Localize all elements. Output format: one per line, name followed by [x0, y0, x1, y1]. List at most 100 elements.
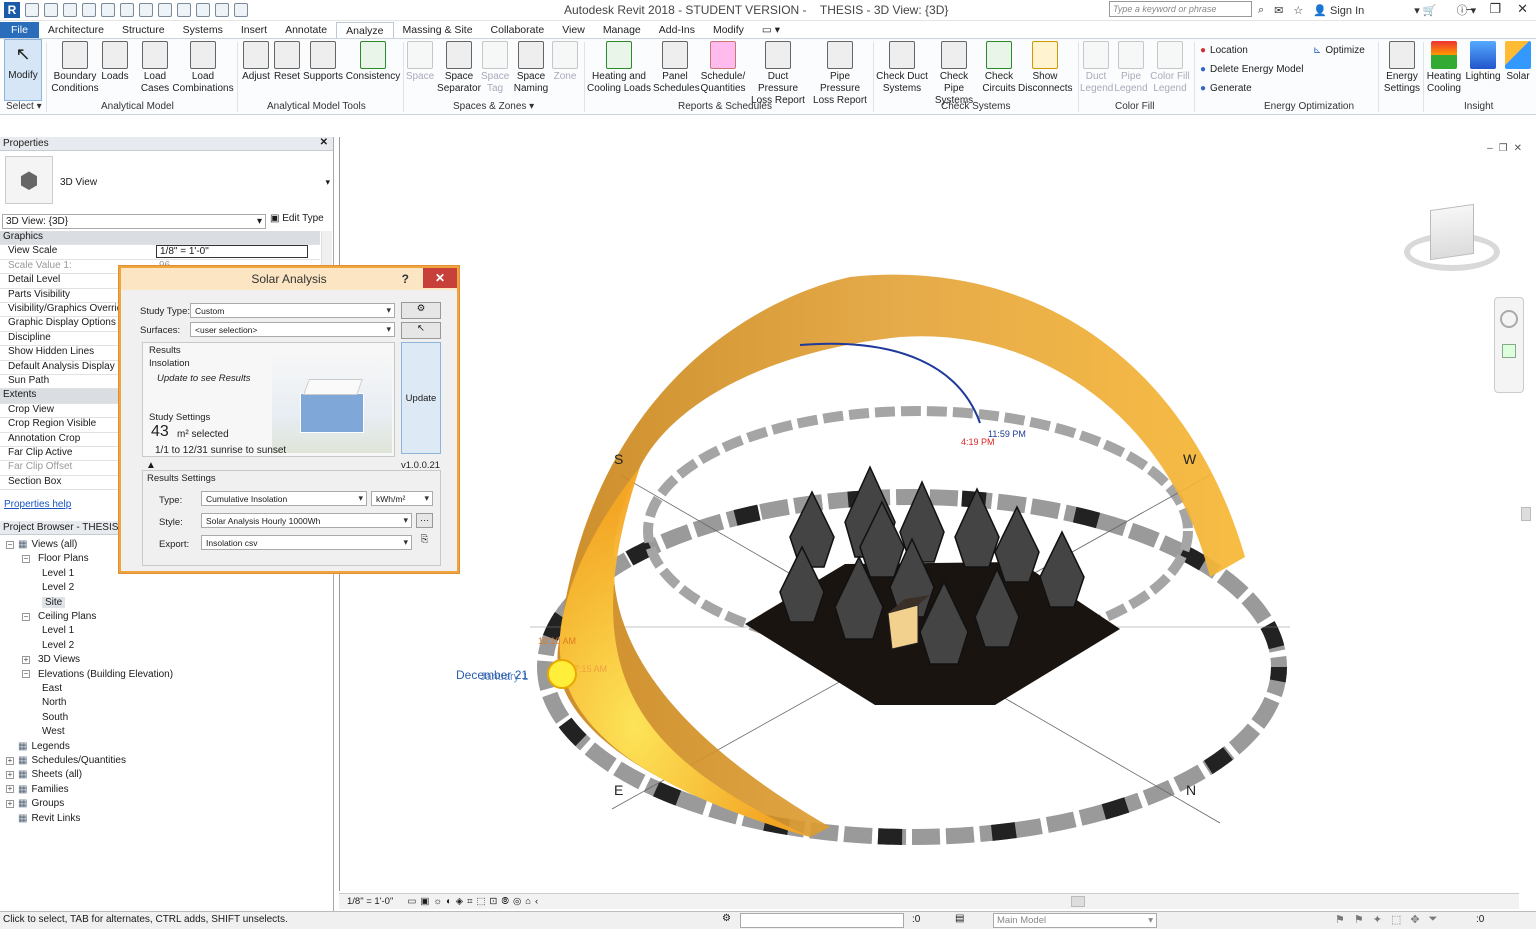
reset-button[interactable]: Reset	[273, 41, 301, 83]
minimize-icon[interactable]: –	[1466, 1, 1473, 17]
tree-item[interactable]: Site	[38, 596, 66, 608]
expand-icon[interactable]: +	[22, 655, 30, 664]
tree-item[interactable]: West	[38, 726, 65, 737]
3d-view-canvas[interactable]: – ❐ ✕ S W E N 11:59 PM 4:19 PM 10:10 AM …	[339, 137, 1536, 891]
crop-icon[interactable]: ⌗	[467, 896, 472, 907]
tree-item[interactable]: + ▦ Schedules/Quantities	[6, 755, 126, 766]
close-icon[interactable]: ✕	[320, 137, 328, 148]
expand-icon[interactable]: +	[6, 770, 14, 779]
tree-item[interactable]: ▦ Legends	[6, 741, 70, 752]
properties-help-link[interactable]: Properties help	[4, 499, 71, 510]
expand-icon[interactable]: +	[6, 785, 14, 794]
help-button[interactable]: ?	[402, 268, 409, 290]
load-cases-button[interactable]: Load Cases	[140, 41, 170, 95]
check-pipe-systems-button[interactable]: Check Pipe Systems	[929, 41, 979, 107]
crop-region-icon[interactable]: ⬚	[476, 896, 485, 907]
tree-item[interactable]: − Elevations (Building Elevation)	[22, 669, 173, 680]
close-icon[interactable]: ✕	[1517, 1, 1528, 17]
tree-item[interactable]: + ▦ Families	[6, 784, 69, 795]
space-naming-button[interactable]: Space Naming	[511, 41, 551, 95]
tab-view[interactable]: View	[553, 22, 594, 38]
revit-logo-icon[interactable]: R	[4, 2, 20, 18]
tree-item[interactable]: − Ceiling Plans	[22, 611, 96, 622]
instance-selector[interactable]: 3D View: {3D} ▾	[2, 214, 266, 229]
delete-energy-model-button[interactable]: ● Delete Energy Model	[1200, 64, 1303, 75]
contextual-tab-icon[interactable]: ▭ ▾	[753, 22, 789, 38]
editable-only-icon[interactable]: ▤	[955, 913, 964, 924]
color-fill-legend-button[interactable]: Color Fill Legend	[1150, 41, 1190, 95]
type-selector[interactable]: ⬢ 3D View ▾	[0, 151, 333, 215]
check-circuits-button[interactable]: Check Circuits	[981, 41, 1017, 95]
style-select[interactable]: Solar Analysis Hourly 1000Wh	[201, 513, 412, 528]
update-button[interactable]: Update	[401, 342, 441, 454]
viewcube[interactable]	[1398, 199, 1504, 281]
tab-add-ins[interactable]: Add-Ins	[650, 22, 704, 38]
sync-icon[interactable]	[63, 3, 77, 17]
steering-wheel-icon[interactable]	[1500, 310, 1518, 328]
shadows-icon[interactable]: ◐	[446, 896, 452, 907]
zone-button[interactable]: Zone	[552, 41, 578, 83]
supports-button[interactable]: Supports	[302, 41, 344, 83]
export-icon[interactable]: ⎘	[416, 534, 433, 551]
redo-icon[interactable]	[101, 3, 115, 17]
tree-item[interactable]: + ▦ Groups	[6, 798, 64, 809]
search-input[interactable]: Type a keyword or phrase	[1109, 1, 1252, 17]
tree-item[interactable]: North	[38, 697, 66, 708]
tree-item[interactable]: + ▦ Sheets (all)	[6, 769, 82, 780]
chevron-down-icon[interactable]: ▾	[325, 177, 330, 188]
restore-icon[interactable]: ❐	[1489, 1, 1501, 17]
tab-systems[interactable]: Systems	[174, 22, 232, 38]
tab-massing-site[interactable]: Massing & Site	[394, 22, 482, 38]
tree-item[interactable]: Level 1	[38, 625, 74, 636]
collapse-icon[interactable]: ‹	[535, 896, 538, 907]
expand-icon[interactable]: −	[22, 612, 30, 621]
tab-manage[interactable]: Manage	[594, 22, 650, 38]
tree-item[interactable]: South	[38, 712, 68, 723]
design-option-dropdown[interactable]: Main Model ▾	[993, 913, 1157, 928]
tab-file[interactable]: File	[0, 22, 39, 38]
workset-dropdown[interactable]	[740, 913, 904, 928]
detail-level-icon[interactable]: ▭	[407, 896, 416, 907]
check-duct-systems-button[interactable]: Check Duct Systems	[876, 41, 928, 95]
space-tag-button[interactable]: Space Tag	[481, 41, 509, 95]
save-icon[interactable]	[44, 3, 58, 17]
load-combinations-button[interactable]: Load Combinations	[172, 41, 234, 95]
expand-icon[interactable]: +	[6, 799, 14, 808]
tree-item[interactable]: − ▦ Views (all)	[6, 539, 77, 550]
zoom-icon[interactable]	[1502, 344, 1516, 358]
property-value[interactable]: 1/8" = 1'-0"	[156, 245, 308, 259]
viewcube-cube[interactable]	[1430, 203, 1474, 261]
select-pinned-icon[interactable]: ✦	[1373, 913, 1382, 926]
panel-schedules-button[interactable]: Panel Schedules	[653, 41, 700, 95]
measure-icon[interactable]	[139, 3, 153, 17]
tab-annotate[interactable]: Annotate	[276, 22, 336, 38]
vertical-scrollbar[interactable]	[1521, 507, 1531, 521]
pick-surfaces-button[interactable]: ↖	[401, 322, 441, 339]
tree-item[interactable]: − Floor Plans	[22, 553, 89, 564]
insight-heating-cooling-button[interactable]: Heating Cooling	[1425, 41, 1463, 95]
expand-icon[interactable]: +	[6, 756, 14, 765]
property-group[interactable]: Graphics	[0, 231, 320, 246]
schedule-quantities-button[interactable]: Schedule/ Quantities	[699, 41, 747, 95]
loads-button[interactable]: Loads	[100, 41, 130, 83]
solar-button[interactable]: Solar	[1503, 41, 1533, 83]
tab-structure[interactable]: Structure	[113, 22, 174, 38]
tab-architecture[interactable]: Architecture	[39, 22, 113, 38]
sun-icon[interactable]	[547, 659, 577, 689]
sun-path-icon[interactable]: ☼	[433, 896, 442, 907]
render-icon[interactable]: ◈	[456, 896, 463, 907]
tab-analyze[interactable]: Analyze	[336, 22, 394, 38]
open-icon[interactable]	[25, 3, 39, 17]
space-button[interactable]: Space	[405, 41, 435, 83]
space-separator-button[interactable]: Space Separator	[437, 41, 481, 95]
horizontal-scrollbar[interactable]	[1071, 896, 1085, 907]
analysis-icon[interactable]: ⌂	[525, 896, 531, 907]
property-row[interactable]: View Scale 1/8" = 1'-0"	[0, 245, 320, 260]
drag-elements-icon[interactable]: ✥	[1410, 913, 1419, 926]
select-dropdown[interactable]: Select ▾	[6, 101, 42, 112]
binoculars-icon[interactable]: ⌕	[1258, 4, 1264, 17]
communication-icon[interactable]: ✉	[1274, 4, 1283, 17]
favorites-icon[interactable]: ☆	[1293, 4, 1303, 17]
location-button[interactable]: ● Location	[1200, 45, 1248, 56]
result-type-select[interactable]: Cumulative Insolation	[201, 491, 367, 506]
